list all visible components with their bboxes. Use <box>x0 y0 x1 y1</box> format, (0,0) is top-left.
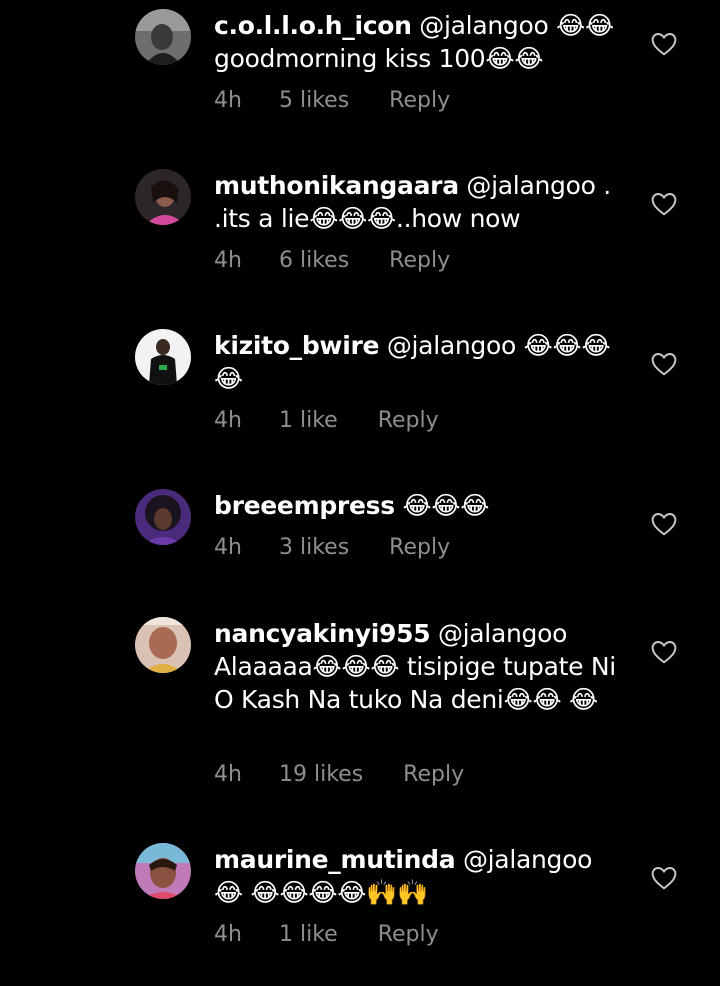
comment-time: 4h <box>214 535 242 560</box>
avatar-image <box>135 617 191 673</box>
reply-button[interactable]: Reply <box>378 408 439 434</box>
comment-time: 4h <box>214 408 242 433</box>
reply-button[interactable]: Reply <box>403 762 464 788</box>
comment-time: 4h <box>214 762 242 787</box>
comment-text: maurine_mutinda @jalangoo 😂 😂😂😂😂🙌🙌 <box>214 843 624 909</box>
comment-likes[interactable]: 3 likes <box>279 535 349 561</box>
avatar[interactable] <box>135 617 191 673</box>
comment-likes[interactable]: 1 like <box>279 922 338 948</box>
heart-outline-icon[interactable] <box>651 512 677 536</box>
comment-text: c.o.l.l.o.h_icon @jalangoo 😂😂 goodmornin… <box>214 9 624 75</box>
avatar[interactable] <box>135 489 191 545</box>
avatar-image <box>135 843 191 899</box>
heart-outline-icon[interactable] <box>651 640 677 664</box>
comment-likes[interactable]: 6 likes <box>279 248 349 274</box>
reply-button[interactable]: Reply <box>389 535 450 561</box>
reply-button[interactable]: Reply <box>378 922 439 948</box>
avatar-image <box>135 169 191 225</box>
comment-username[interactable]: nancyakinyi955 <box>214 619 431 648</box>
comment-text: breeempress 😂😂😂 <box>214 489 624 522</box>
comment-meta: 4h 1 like Reply <box>214 408 439 434</box>
heart-outline-icon[interactable] <box>651 352 677 376</box>
comment-body: 😂😂😂 <box>394 491 490 520</box>
comment-meta: 4h 19 likes Reply <box>214 762 464 788</box>
comment-text: muthonikangaara @jalangoo . .its a lie😂😂… <box>214 169 624 235</box>
avatar[interactable] <box>135 9 191 65</box>
avatar-image <box>135 329 191 385</box>
comment-time: 4h <box>214 922 242 947</box>
comment-likes[interactable]: 5 likes <box>279 88 349 114</box>
heart-outline-icon[interactable] <box>651 32 677 56</box>
avatar[interactable] <box>135 329 191 385</box>
heart-outline-icon[interactable] <box>651 866 677 890</box>
comment-username[interactable]: breeempress <box>214 491 395 520</box>
comment-username[interactable]: c.o.l.l.o.h_icon <box>214 11 412 40</box>
comment-time: 4h <box>214 248 242 273</box>
comment-meta: 4h 5 likes Reply <box>214 88 450 114</box>
avatar-image <box>135 9 191 65</box>
reply-button[interactable]: Reply <box>389 248 450 274</box>
comment-meta: 4h 1 like Reply <box>214 922 439 948</box>
comment-username[interactable]: muthonikangaara <box>214 171 459 200</box>
comment-username[interactable]: kizito_bwire <box>214 331 379 360</box>
heart-outline-icon[interactable] <box>651 192 677 216</box>
avatar-image <box>135 489 191 545</box>
comment-text: nancyakinyi955 @jalangoo Alaaaaa😂😂😂 tisi… <box>214 617 624 716</box>
comment-meta: 4h 3 likes Reply <box>214 535 450 561</box>
comment-time: 4h <box>214 88 242 113</box>
avatar[interactable] <box>135 843 191 899</box>
comment-likes[interactable]: 1 like <box>279 408 338 434</box>
comment-likes[interactable]: 19 likes <box>279 762 363 788</box>
comment-username[interactable]: maurine_mutinda <box>214 845 456 874</box>
reply-button[interactable]: Reply <box>389 88 450 114</box>
comment-meta: 4h 6 likes Reply <box>214 248 450 274</box>
comment-text: kizito_bwire @jalangoo 😂😂😂 😂 <box>214 329 624 395</box>
avatar[interactable] <box>135 169 191 225</box>
